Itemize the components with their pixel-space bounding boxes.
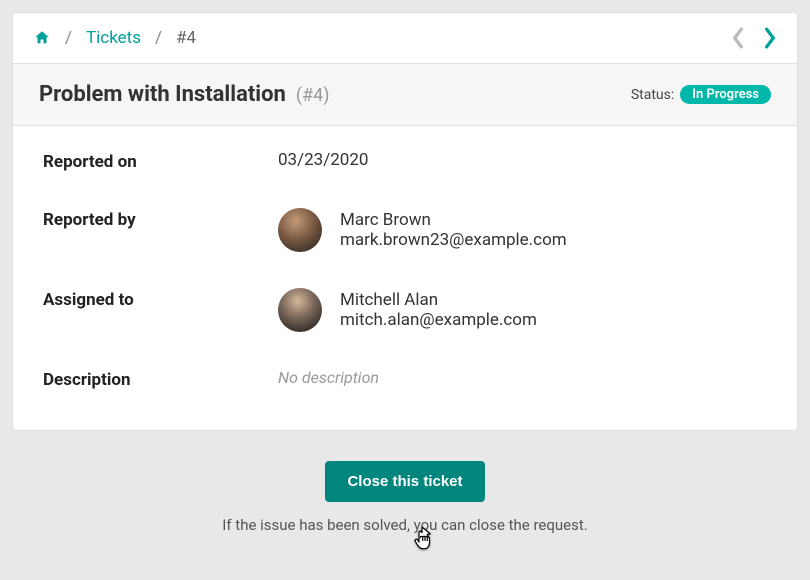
status-label: Status:: [631, 87, 674, 103]
assignee-name: Mitchell Alan: [340, 290, 537, 310]
breadcrumb-sep: /: [61, 28, 76, 48]
breadcrumb: / Tickets / #4: [13, 13, 797, 63]
ticket-id: (#4): [296, 85, 330, 106]
breadcrumb-current: #4: [176, 28, 196, 48]
ticket-body: Reported on 03/23/2020 Reported by Marc …: [13, 126, 797, 430]
chevron-left-icon[interactable]: [731, 27, 745, 49]
reported-by-label: Reported by: [43, 208, 278, 230]
reported-on-label: Reported on: [43, 150, 278, 172]
assigned-to-label: Assigned to: [43, 288, 278, 310]
reporter-email: mark.brown23@example.com: [340, 230, 567, 250]
reporter-name: Marc Brown: [340, 210, 567, 230]
action-area: Close this ticket If the issue has been …: [12, 461, 798, 534]
description-value: No description: [278, 368, 379, 387]
description-label: Description: [43, 368, 278, 390]
assignee-avatar: [278, 288, 322, 332]
status-badge: In Progress: [680, 85, 771, 104]
close-ticket-button[interactable]: Close this ticket: [325, 461, 484, 502]
reported-on-value: 03/23/2020: [278, 150, 368, 170]
breadcrumb-tickets[interactable]: Tickets: [86, 28, 141, 48]
ticket-header: Problem with Installation (#4) Status: I…: [13, 63, 797, 126]
status-wrap: Status: In Progress: [631, 85, 771, 104]
close-hint: If the issue has been solved, you can cl…: [12, 516, 798, 534]
assignee-email: mitch.alan@example.com: [340, 310, 537, 330]
chevron-right-icon[interactable]: [763, 27, 777, 49]
home-icon[interactable]: [33, 29, 51, 47]
breadcrumb-sep: /: [151, 28, 166, 48]
page-title: Problem with Installation: [39, 82, 286, 107]
reporter-avatar: [278, 208, 322, 252]
ticket-card: / Tickets / #4 Problem with Installation…: [12, 12, 798, 431]
